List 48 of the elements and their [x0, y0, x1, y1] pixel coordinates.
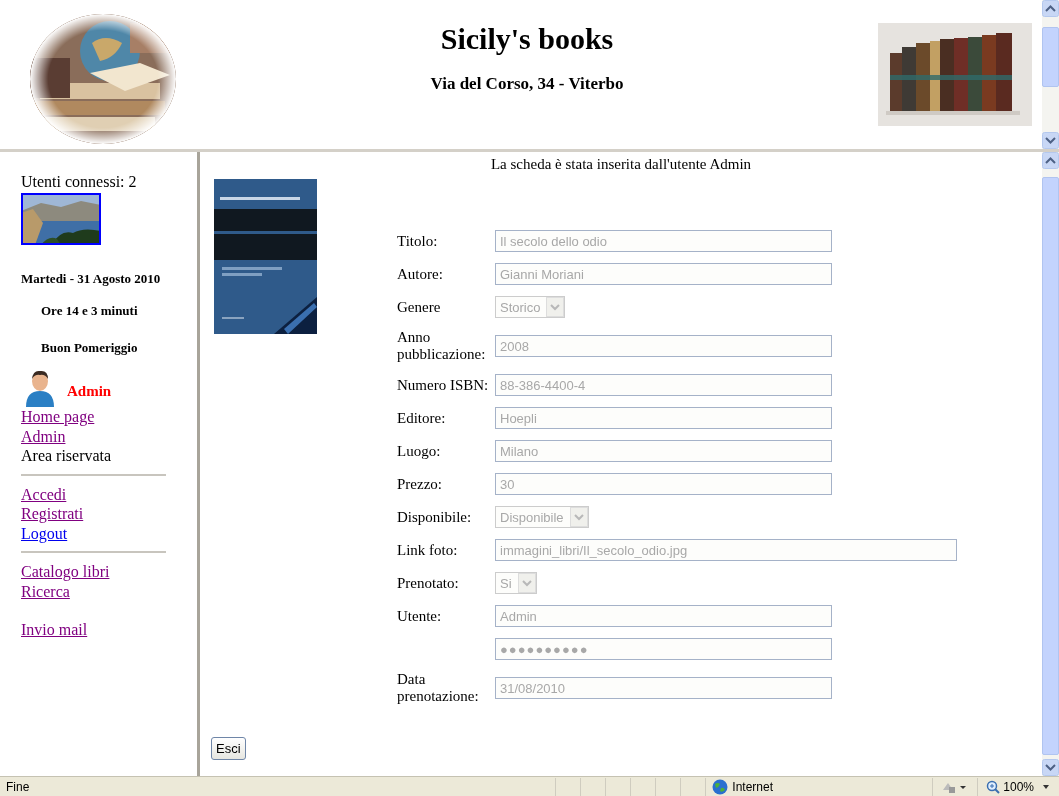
site-title: Sicily's books	[439, 22, 615, 56]
exit-button[interactable]: Esci	[211, 737, 246, 760]
caret-icon	[569, 507, 588, 527]
nav-link[interactable]: Invio mail	[21, 620, 88, 640]
field-label: Luogo:	[397, 442, 442, 460]
caret-icon	[517, 573, 536, 593]
scroll-down-icon[interactable]	[1042, 132, 1059, 149]
username: Admin	[67, 383, 112, 400]
field-label: Utente:	[397, 607, 443, 625]
field-label: Anno pubblicazione:	[397, 329, 487, 363]
field-label: Numero ISBN:	[397, 376, 490, 394]
caret-icon	[1043, 784, 1049, 789]
greeting-text: Buon Pomeriggio	[41, 338, 139, 357]
field-label: Genere	[397, 298, 442, 316]
date-text: Martedi - 31 Agosto 2010	[21, 269, 162, 288]
scroll-up-icon[interactable]	[1042, 152, 1059, 169]
field-label: Prezzo:	[397, 475, 443, 493]
zoom-control[interactable]: 100%	[977, 777, 1059, 796]
globe-icon	[712, 778, 729, 795]
status-text: Fine	[5, 779, 31, 794]
nav-link[interactable]: Home page	[21, 407, 95, 427]
caret-icon	[546, 297, 565, 317]
nav-link[interactable]: Logout	[21, 523, 68, 543]
user-avatar-icon	[25, 369, 55, 407]
nav-link[interactable]: Ricerca	[21, 581, 70, 601]
field-label: Data prenotazione:	[397, 671, 480, 705]
scroll-thumb[interactable]	[1042, 27, 1059, 87]
field-label: Autore:	[397, 265, 444, 283]
online-users-count: Utenti connessi: 2	[21, 172, 138, 192]
nav-link[interactable]: Accedi	[21, 484, 67, 504]
zoom-level: 100%	[1003, 779, 1034, 794]
notice-text: La scheda è stata inserita dall'utente Admin	[490, 156, 752, 173]
nav-link[interactable]: Registrati	[21, 504, 84, 524]
field-label: Titolo:	[397, 232, 439, 250]
zone-text: Internet	[732, 779, 773, 794]
field-label: Link foto:	[397, 541, 459, 559]
time-text: Ore 14 e 3 minuti	[41, 302, 139, 320]
nav-label: Area riservata	[21, 446, 113, 466]
field-label: Disponibile:	[397, 508, 473, 526]
scrollbar[interactable]	[1042, 0, 1059, 149]
field-label: Prenotato:	[397, 574, 460, 592]
nav-link[interactable]: Catalogo libri	[21, 562, 110, 582]
scroll-down-icon[interactable]	[1042, 759, 1059, 776]
nav-link[interactable]: Admin	[21, 426, 66, 446]
scroll-up-icon[interactable]	[1042, 0, 1059, 17]
zoom-icon	[986, 779, 1001, 794]
field-label: Editore:	[397, 409, 447, 427]
site-address: Via del Corso, 34 - Viterbo	[430, 74, 624, 94]
